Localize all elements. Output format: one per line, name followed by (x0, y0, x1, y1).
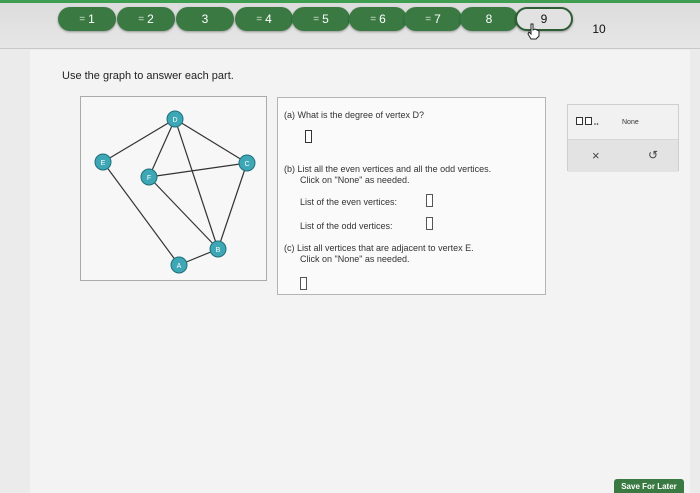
save-for-later-button[interactable]: Save For Later (614, 479, 684, 493)
svg-text:A: A (177, 263, 182, 270)
question-8-button[interactable]: 8 (460, 7, 518, 31)
vertex-c: C (238, 154, 256, 172)
question-9-button[interactable]: 9 (515, 7, 573, 31)
none-button[interactable]: None (622, 119, 639, 126)
svg-text:D: D (172, 117, 177, 124)
part-b-note: Click on "None" as needed. (300, 175, 410, 185)
question-number: 8 (485, 12, 493, 26)
svg-text:C: C (244, 161, 249, 168)
question-number: 7 (434, 12, 441, 26)
question-6-button[interactable]: = 6 (349, 7, 407, 31)
answered-icon: = (79, 13, 85, 25)
question-number: 6 (379, 12, 386, 26)
question-number: 4 (265, 12, 272, 26)
hand-cursor-icon (527, 23, 540, 40)
answered-icon: = (425, 13, 431, 25)
answered-icon: = (313, 13, 319, 25)
question-10-button[interactable]: 10 (570, 17, 628, 41)
svg-text:B: B (216, 247, 221, 254)
graph-figure: D E F C B A (80, 96, 267, 281)
question-4-button[interactable]: = 4 (235, 7, 293, 31)
vertex-a: A (170, 256, 188, 274)
graph-vertices: D E F C B A (94, 110, 256, 274)
edge-d-c (174, 118, 248, 164)
answered-icon: = (256, 13, 262, 25)
question-number: 1 (88, 12, 95, 26)
svg-text:E: E (101, 160, 106, 167)
question-number: 3 (201, 12, 209, 26)
even-vertices-answer-box[interactable] (426, 194, 433, 207)
vertex-e: E (94, 153, 112, 171)
odd-vertices-label: List of the odd vertices: (300, 221, 393, 231)
part-a-answer-box[interactable] (305, 130, 312, 143)
svg-text:F: F (147, 175, 151, 182)
part-c-note: Click on "None" as needed. (300, 254, 410, 264)
question-3-button[interactable]: 3 (176, 7, 234, 31)
edge-c-b (217, 162, 248, 250)
clear-icon[interactable]: × (592, 148, 600, 163)
edge-d-b (174, 118, 219, 250)
edge-d-e (102, 118, 176, 163)
question-1-button[interactable]: = 1 (58, 7, 116, 31)
vertex-d: D (166, 110, 184, 128)
list-template-icon[interactable] (576, 116, 600, 126)
question-5-button[interactable]: = 5 (292, 7, 350, 31)
question-number: 2 (147, 12, 154, 26)
part-b-text: (b) List all the even vertices and all t… (284, 164, 492, 174)
graph-drawing: D E F C B A (94, 110, 256, 274)
tools-action-row: × ↺ (568, 139, 678, 172)
part-c-answer-box[interactable] (300, 277, 307, 290)
graph-edges (102, 118, 248, 266)
math-tools-panel: None × ↺ (567, 104, 679, 172)
edge-f-c (148, 162, 248, 178)
part-c-text: (c) List all vertices that are adjacent … (284, 243, 474, 253)
top-accent-line (0, 0, 700, 3)
question-box: (a) What is the degree of vertex D? (b) … (277, 97, 546, 295)
edge-d-f (148, 118, 176, 178)
question-nav-bar: = 1 = 2 3 = 4 = 5 = 6 = 7 8 9 10 (0, 0, 700, 49)
question-number: 10 (592, 22, 606, 36)
even-vertices-label: List of the even vertices: (300, 197, 398, 207)
part-a-text: (a) What is the degree of vertex D? (284, 110, 425, 120)
answered-icon: = (370, 13, 376, 25)
vertex-f: F (140, 168, 158, 186)
question-7-button[interactable]: = 7 (404, 7, 462, 31)
odd-vertices-answer-box[interactable] (426, 217, 433, 230)
instruction-text: Use the graph to answer each part. (62, 70, 234, 82)
question-number: 5 (322, 12, 329, 26)
vertex-b: B (209, 240, 227, 258)
answered-icon: = (138, 13, 144, 25)
undo-icon[interactable]: ↺ (648, 148, 658, 162)
question-2-button[interactable]: = 2 (117, 7, 175, 31)
